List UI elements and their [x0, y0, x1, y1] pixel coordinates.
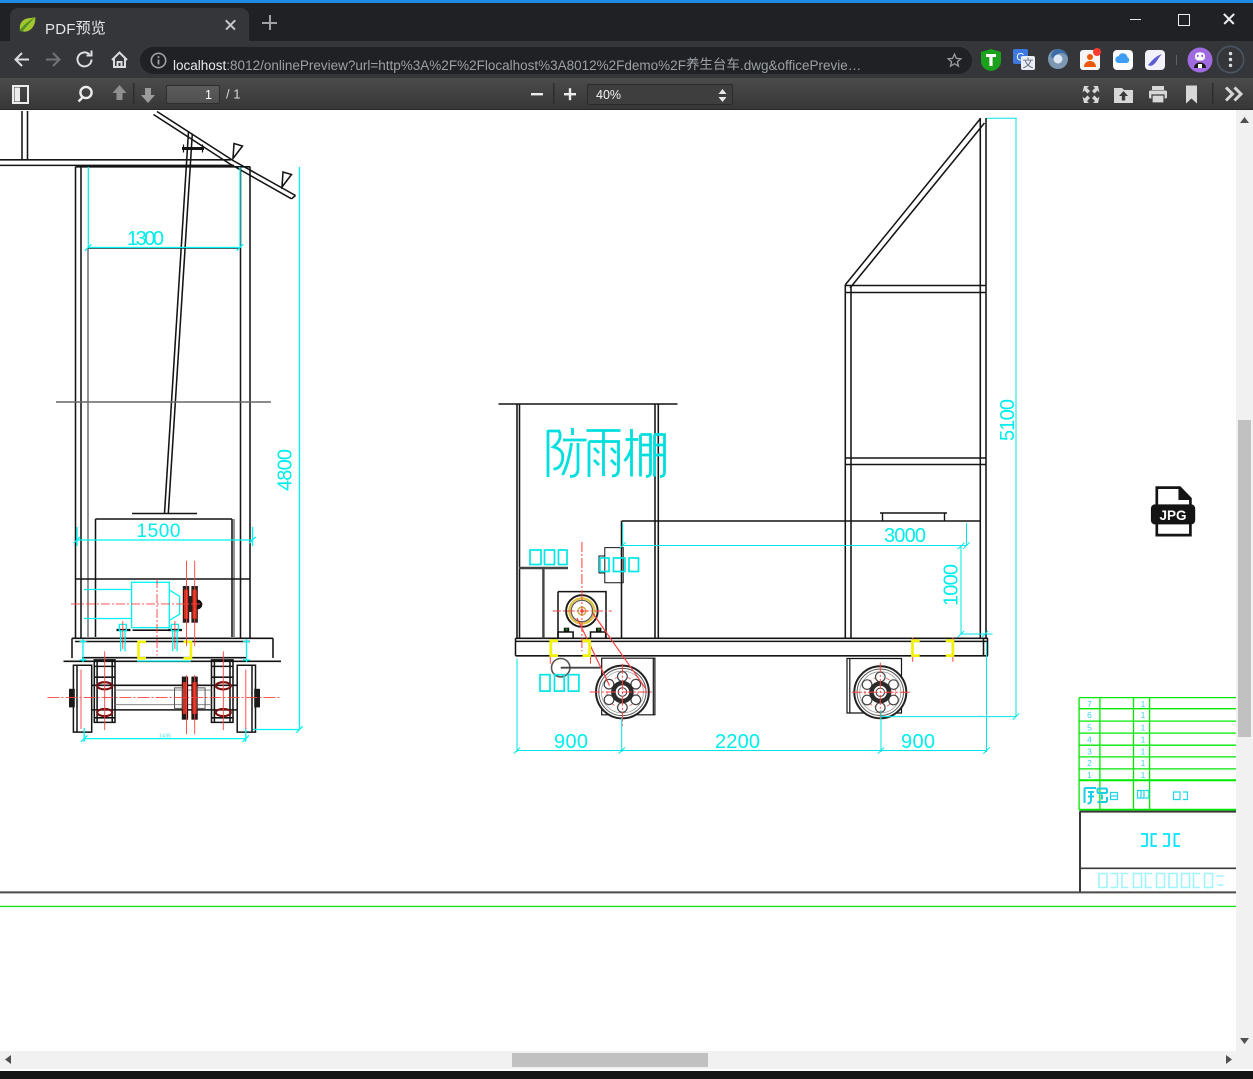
svg-text:6: 6	[1087, 710, 1092, 720]
svg-text:1: 1	[1141, 746, 1146, 756]
svg-text:1500: 1500	[137, 521, 181, 542]
svg-text:5100: 5100	[997, 399, 1019, 441]
svg-text:1: 1	[1141, 710, 1146, 720]
svg-text:3: 3	[1087, 746, 1092, 756]
svg-text:3000: 3000	[884, 525, 926, 547]
svg-text:4800: 4800	[275, 449, 297, 491]
svg-text:1435: 1435	[159, 734, 171, 740]
svg-text:2: 2	[1087, 758, 1092, 768]
svg-text:1: 1	[1141, 722, 1146, 732]
svg-text:1: 1	[1087, 770, 1092, 780]
svg-text:/ 1: / 1	[226, 87, 240, 102]
svg-text:1: 1	[1141, 734, 1146, 744]
svg-text:JPG: JPG	[1159, 508, 1186, 523]
svg-text:1: 1	[1141, 770, 1146, 780]
svg-text:1: 1	[1141, 699, 1146, 709]
svg-text:7: 7	[1087, 699, 1092, 709]
svg-text:900: 900	[554, 731, 588, 753]
svg-text:1300: 1300	[127, 228, 164, 250]
svg-text:1: 1	[1141, 758, 1146, 768]
svg-text:4: 4	[1087, 734, 1092, 744]
svg-text:2200: 2200	[715, 731, 760, 753]
svg-text:900: 900	[901, 731, 935, 753]
svg-text:5: 5	[1087, 722, 1092, 732]
svg-text:文: 文	[1023, 56, 1034, 70]
svg-text:1000: 1000	[941, 564, 963, 606]
